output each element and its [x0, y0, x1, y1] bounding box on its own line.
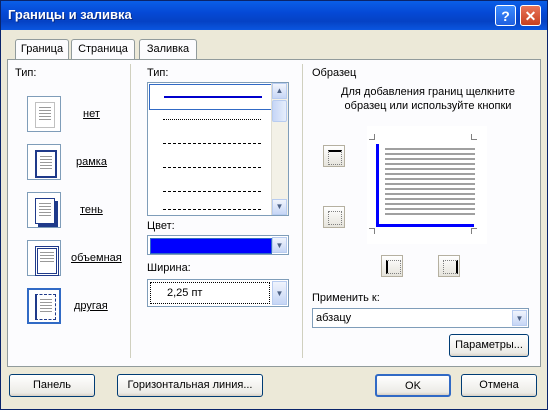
help-button[interactable]: ?: [495, 5, 516, 26]
style-type-label: Тип:: [147, 67, 169, 79]
preview-label: Образец: [312, 67, 357, 79]
width-value: 2,25 пт: [167, 287, 203, 299]
border-preview[interactable]: [367, 126, 487, 244]
window-title: Границы и заливка: [8, 7, 132, 22]
preset-none-label: нет: [83, 108, 100, 120]
scroll-thumb[interactable]: [272, 100, 287, 122]
close-button[interactable]: ✕: [520, 5, 541, 26]
preview-text-lines: [385, 148, 475, 150]
line-style-dash-dot-2[interactable]: [163, 209, 261, 210]
chevron-down-icon[interactable]: ▼: [272, 281, 287, 305]
preset-3d-label: объемная: [71, 252, 122, 264]
border-3d-icon: [35, 246, 59, 276]
corner-mark: [369, 228, 375, 234]
width-selected-item: 2,25 пт: [150, 282, 270, 304]
preset-3d-button[interactable]: [27, 240, 61, 276]
width-label: Ширина:: [147, 262, 191, 274]
color-label: Цвет:: [147, 220, 175, 232]
tab-shading[interactable]: Заливка: [139, 39, 197, 59]
preview-bottom-border: [376, 224, 474, 227]
line-style-selected[interactable]: [149, 84, 273, 110]
line-style-dash-dot[interactable]: [163, 191, 261, 192]
apply-to-label: Применить к:: [312, 292, 380, 304]
preset-custom-button[interactable]: [27, 288, 61, 324]
right-border-button[interactable]: [438, 255, 460, 277]
ok-button-label: OK: [405, 380, 421, 392]
preset-shadow-button[interactable]: [27, 192, 61, 228]
toolbar-button-label: Панель: [32, 379, 71, 391]
tab-page-label: Страница: [78, 43, 128, 55]
column-divider-2: [302, 64, 303, 358]
toolbar-button[interactable]: Панель: [9, 374, 95, 397]
tab-panel: Тип: нет рамка тень объемная другая Тип:…: [7, 59, 541, 367]
borders-dialog: Границы и заливка ? ✕ Граница Страница З…: [0, 0, 548, 410]
title-bar[interactable]: Границы и заливка ? ✕: [1, 1, 547, 30]
line-style-dotted[interactable]: [163, 119, 261, 120]
color-dropdown[interactable]: ▼: [147, 235, 289, 255]
chevron-down-icon[interactable]: ▼: [272, 237, 287, 253]
middle-border-button[interactable]: [323, 206, 345, 228]
border-none-icon: [35, 102, 55, 128]
scroll-up-arrow-icon[interactable]: ▲: [272, 83, 287, 99]
options-button[interactable]: Параметры...: [449, 334, 529, 357]
options-button-label: Параметры...: [455, 339, 523, 351]
preset-none-button[interactable]: [27, 96, 61, 132]
tab-border[interactable]: Граница: [15, 39, 69, 59]
border-shadow-icon: [35, 198, 55, 224]
preset-box-button[interactable]: [27, 144, 61, 180]
line-style-scrollbar[interactable]: ▲ ▼: [271, 83, 288, 215]
preview-hint: Для добавления границ щелкните образец и…: [341, 86, 515, 112]
border-custom-icon: [35, 294, 56, 320]
tab-border-label: Граница: [20, 43, 64, 55]
column-divider-1: [130, 64, 131, 358]
horizontal-line-button[interactable]: Горизонтальная линия...: [117, 374, 263, 397]
chevron-down-icon[interactable]: ▼: [512, 310, 527, 326]
tab-page[interactable]: Страница: [71, 39, 135, 59]
ok-button[interactable]: OK: [375, 374, 451, 397]
corner-mark: [369, 134, 375, 140]
preset-shadow-label: тень: [80, 204, 103, 216]
apply-to-dropdown[interactable]: абзацу ▼: [312, 308, 529, 328]
line-style-dashed-small[interactable]: [163, 143, 261, 144]
preset-box-label: рамка: [76, 156, 107, 168]
line-style-list[interactable]: ▲ ▼: [147, 82, 289, 216]
horizontal-line-button-label: Горизонтальная линия...: [127, 379, 253, 391]
border-left-icon: [386, 260, 401, 274]
width-dropdown[interactable]: 2,25 пт ▼: [147, 279, 289, 307]
color-swatch: [150, 238, 272, 254]
border-top-icon: [328, 150, 342, 165]
preview-left-border: [376, 144, 379, 226]
top-border-button[interactable]: [323, 145, 345, 167]
border-box-icon: [35, 150, 57, 178]
cancel-button-label: Отмена: [479, 379, 519, 391]
border-right-icon: [443, 260, 458, 274]
cancel-button[interactable]: Отмена: [461, 374, 537, 397]
preset-custom-label: другая: [74, 300, 108, 312]
tab-shading-label: Заливка: [146, 43, 190, 55]
left-border-button[interactable]: [381, 255, 403, 277]
apply-to-value: абзацу: [316, 312, 352, 324]
type-label: Тип:: [15, 67, 37, 79]
corner-mark: [471, 228, 477, 234]
line-style-dashed[interactable]: [163, 167, 261, 168]
scroll-down-arrow-icon[interactable]: ▼: [272, 199, 287, 215]
border-inside-icon: [328, 211, 342, 225]
corner-mark: [471, 134, 477, 140]
